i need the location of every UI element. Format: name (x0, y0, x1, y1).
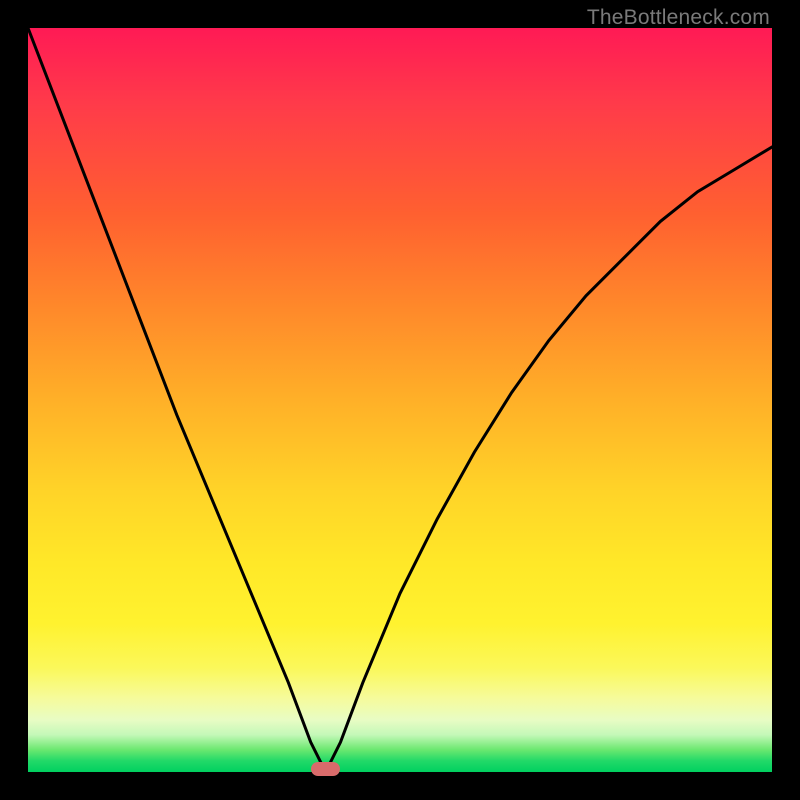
watermark-text: TheBottleneck.com (587, 6, 770, 30)
minimum-marker (311, 762, 341, 776)
plot-area (28, 28, 772, 772)
chart-frame: TheBottleneck.com (0, 0, 800, 800)
